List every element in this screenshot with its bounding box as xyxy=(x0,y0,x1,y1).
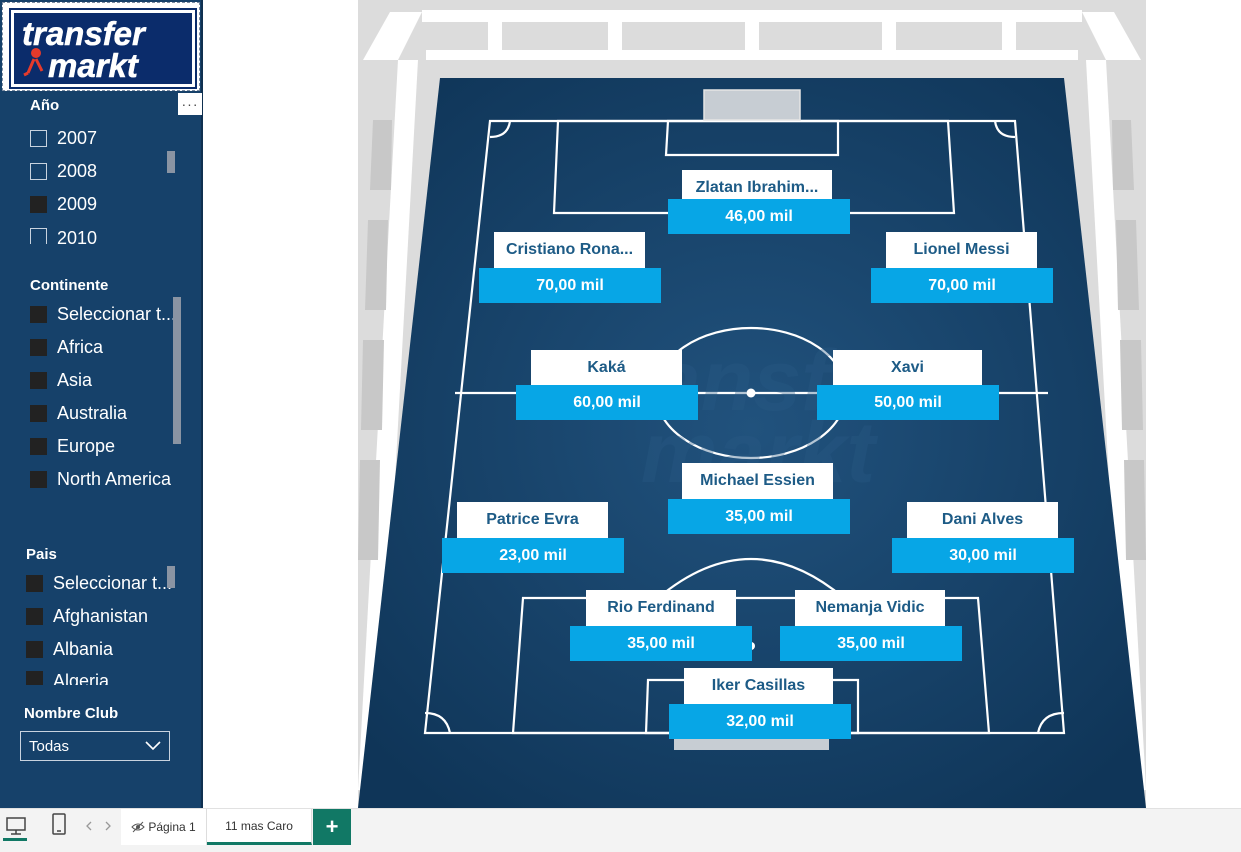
year-option-label: 2010 xyxy=(57,228,98,244)
player-name-cristiano: Cristiano Rona... xyxy=(494,232,645,268)
continent-slicer-scrollbar[interactable] xyxy=(173,297,181,444)
player-name-essien: Michael Essien xyxy=(682,463,833,499)
continent-option-label: Europe xyxy=(57,435,116,456)
tab-label: Página 1 xyxy=(148,820,196,834)
player-name-ferdinand: Rio Ferdinand xyxy=(586,590,736,626)
checkbox[interactable] xyxy=(30,338,47,356)
year-option-2007[interactable]: 2007 xyxy=(30,125,97,151)
continent-option-asia[interactable]: Asia xyxy=(30,367,92,393)
country-option-label: Algeria xyxy=(53,671,110,685)
player-value-casillas: 32,00 mil xyxy=(669,704,851,739)
year-option-2009[interactable]: 2009 xyxy=(30,191,97,217)
continent-option-label: Africa xyxy=(57,336,104,357)
checkbox[interactable] xyxy=(26,574,43,592)
checkbox[interactable] xyxy=(30,404,47,422)
country-option-label: Albania xyxy=(53,638,114,659)
player-value-zlatan: 46,00 mil xyxy=(668,199,850,234)
player-value-dani-alves: 30,00 mil xyxy=(892,538,1074,573)
player-name-casillas: Iker Casillas xyxy=(684,668,833,704)
country-slicer-scrollbar[interactable] xyxy=(167,566,175,588)
checkbox[interactable] xyxy=(30,228,47,244)
club-slicer-title: Nombre Club xyxy=(24,705,119,722)
checkbox[interactable] xyxy=(30,129,47,147)
checkbox[interactable] xyxy=(26,671,43,685)
player-value-essien: 35,00 mil xyxy=(668,499,850,534)
mobile-layout-icon[interactable] xyxy=(51,812,67,836)
continent-option-label: Seleccionar t... xyxy=(57,303,177,324)
svg-text:markt: markt xyxy=(48,47,140,84)
report-canvas: transfer markt ··· Año 2007 2008 2009 20… xyxy=(0,0,1241,852)
year-option-2008[interactable]: 2008 xyxy=(30,158,97,184)
year-slicer-scrollbar[interactable] xyxy=(167,151,175,173)
country-option-afghanistan[interactable]: Afghanistan xyxy=(26,603,148,629)
logo-frame: transfer markt xyxy=(2,2,200,91)
continent-option-australia[interactable]: Australia xyxy=(30,400,127,426)
country-option-select-all[interactable]: Seleccionar t... xyxy=(26,570,172,596)
page-tab-bar: Página 1 11 mas Caro + xyxy=(0,808,1241,852)
hidden-page-icon xyxy=(131,821,146,833)
continent-option-africa[interactable]: Africa xyxy=(30,334,103,360)
year-slicer-title: Año xyxy=(30,97,60,114)
player-name-evra: Patrice Evra xyxy=(457,502,608,538)
checkbox[interactable] xyxy=(30,162,47,180)
country-option-label: Afghanistan xyxy=(53,605,149,626)
year-option-label: 2007 xyxy=(57,127,98,148)
country-slicer-title: Pais xyxy=(26,546,57,563)
checkbox[interactable] xyxy=(30,470,47,488)
desktop-layout-indicator xyxy=(3,838,27,841)
continent-option-north-america[interactable]: North America xyxy=(30,466,171,492)
country-option-algeria[interactable]: Algeria xyxy=(26,671,109,685)
year-option-label: 2009 xyxy=(57,193,98,214)
player-name-dani-alves: Dani Alves xyxy=(907,502,1058,538)
player-value-ferdinand: 35,00 mil xyxy=(570,626,752,661)
chevron-down-icon xyxy=(145,741,161,751)
country-option-albania[interactable]: Albania xyxy=(26,636,113,662)
player-name-messi: Lionel Messi xyxy=(886,232,1037,268)
club-dropdown-value: Todas xyxy=(29,737,70,755)
add-page-button[interactable]: + xyxy=(313,809,351,845)
year-option-label: 2008 xyxy=(57,160,98,181)
player-name-vidic: Nemanja Vidic xyxy=(795,590,945,626)
chevron-right-icon[interactable] xyxy=(104,821,112,831)
filter-sidebar: transfer markt ··· Año 2007 2008 2009 20… xyxy=(0,0,203,808)
slicer-more-options-button[interactable]: ··· xyxy=(178,93,202,115)
player-value-vidic: 35,00 mil xyxy=(780,626,962,661)
chevron-left-icon[interactable] xyxy=(85,821,93,831)
checkbox[interactable] xyxy=(30,437,47,455)
continent-option-europe[interactable]: Europe xyxy=(30,433,115,459)
continent-option-label: Australia xyxy=(57,402,128,423)
tab-pagina-1[interactable]: Página 1 xyxy=(121,809,207,845)
continent-slicer-title: Continente xyxy=(30,277,109,294)
club-dropdown[interactable]: Todas xyxy=(20,731,170,761)
continent-option-select-all[interactable]: Seleccionar t... xyxy=(30,301,176,327)
desktop-layout-icon[interactable] xyxy=(5,816,27,836)
checkbox[interactable] xyxy=(26,640,43,658)
continent-option-label: North America xyxy=(57,468,172,489)
player-value-kaka: 60,00 mil xyxy=(516,385,698,420)
checkbox[interactable] xyxy=(30,371,47,389)
tab-11-mas-caro[interactable]: 11 mas Caro xyxy=(207,809,312,845)
checkbox[interactable] xyxy=(30,195,47,213)
player-value-cristiano: 70,00 mil xyxy=(479,268,661,303)
country-option-label: Seleccionar t... xyxy=(53,572,173,593)
player-value-evra: 23,00 mil xyxy=(442,538,624,573)
player-name-xavi: Xavi xyxy=(833,350,982,386)
year-option-2010[interactable]: 2010 xyxy=(30,224,97,244)
player-value-messi: 70,00 mil xyxy=(871,268,1053,303)
checkbox[interactable] xyxy=(26,607,43,625)
checkbox[interactable] xyxy=(30,305,47,323)
player-name-kaka: Kaká xyxy=(531,350,682,386)
continent-option-label: Asia xyxy=(57,369,93,390)
player-value-xavi: 50,00 mil xyxy=(817,385,999,420)
tab-label: 11 mas Caro xyxy=(225,818,293,833)
transfermarkt-logo: transfer markt xyxy=(9,8,197,89)
